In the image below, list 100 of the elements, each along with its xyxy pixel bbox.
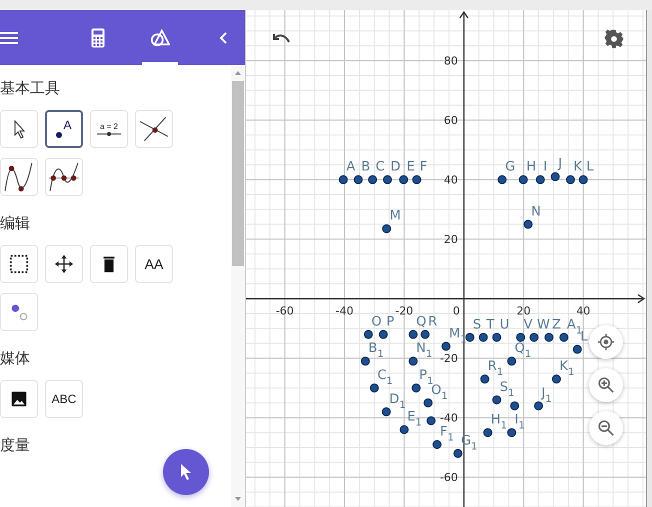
point[interactable] [382, 224, 392, 234]
point[interactable] [530, 332, 539, 342]
move-graphics-button[interactable] [163, 449, 209, 495]
point-label: M [390, 208, 401, 224]
point-label: J [558, 156, 562, 172]
point[interactable] [354, 175, 363, 184]
image-tool-button[interactable] [0, 380, 38, 418]
point-label: F [420, 160, 428, 175]
point[interactable] [510, 401, 520, 410]
point-label: S [472, 317, 482, 332]
point[interactable] [536, 175, 545, 184]
font-tool-button[interactable]: AA [135, 245, 173, 283]
point[interactable] [378, 330, 388, 339]
point[interactable] [426, 416, 436, 426]
point[interactable] [507, 356, 516, 366]
point-label: N$_{1}$ [416, 341, 432, 360]
point-label: G [505, 160, 516, 175]
section-title: 度量 [0, 436, 31, 455]
point[interactable] [552, 374, 561, 384]
y-tick-label: -40 [440, 412, 458, 425]
y-tick-label: 80 [444, 54, 458, 68]
graphics-view[interactable] [246, 10, 646, 507]
zoom-in-button[interactable] [589, 368, 623, 402]
point[interactable] [578, 175, 588, 184]
geometry-icon [150, 28, 170, 48]
dots-icon [9, 302, 29, 322]
undo-icon[interactable] [271, 32, 291, 44]
point[interactable] [483, 428, 492, 438]
point[interactable] [480, 374, 490, 384]
point[interactable] [382, 407, 391, 416]
translate-tool-button[interactable] [45, 245, 83, 283]
point[interactable] [412, 383, 421, 392]
recenter-button[interactable] [589, 325, 623, 359]
intersect-tool-button[interactable] [135, 110, 173, 148]
roots-tool-button[interactable] [45, 158, 83, 196]
point[interactable] [524, 220, 533, 229]
point[interactable] [364, 330, 373, 339]
point[interactable] [408, 330, 418, 339]
extremum-tool-button[interactable] [0, 158, 38, 196]
point[interactable] [383, 175, 392, 184]
point[interactable] [572, 344, 582, 354]
point-label: A [346, 160, 356, 175]
point[interactable] [465, 332, 474, 342]
point-label: N [531, 204, 541, 220]
x-tick-label: -40 [336, 304, 354, 318]
point[interactable] [420, 330, 430, 339]
point[interactable] [400, 425, 409, 434]
point[interactable] [408, 356, 418, 366]
point[interactable] [498, 175, 507, 184]
collapse-icon[interactable] [219, 32, 227, 44]
image-icon [9, 389, 29, 409]
point[interactable] [492, 332, 502, 342]
point-label: K$_{1}$ [559, 359, 574, 378]
point[interactable] [432, 440, 442, 449]
point[interactable] [507, 428, 516, 438]
text-tool-button[interactable]: ABC [45, 380, 83, 418]
point[interactable] [559, 332, 568, 342]
point[interactable] [478, 332, 488, 342]
point-label: Z [552, 317, 561, 332]
point[interactable] [492, 395, 502, 404]
point-label: F$_{1}$ [440, 424, 454, 444]
cursor-icon [179, 463, 193, 481]
point-label: R [428, 314, 438, 330]
y-tick-label: 60 [444, 114, 458, 128]
point-tool-button[interactable]: A [45, 110, 83, 148]
select-tool-button[interactable] [0, 245, 38, 283]
point-label: C [376, 160, 385, 175]
delete-tool-button[interactable] [90, 245, 128, 283]
point[interactable] [516, 332, 526, 342]
point[interactable] [399, 175, 408, 184]
y-tick-label: 40 [444, 174, 458, 187]
point[interactable] [544, 332, 554, 342]
zoom-out-button[interactable] [589, 411, 623, 445]
point[interactable] [566, 175, 575, 184]
point[interactable] [424, 398, 433, 408]
point[interactable] [412, 175, 422, 184]
point[interactable] [518, 175, 528, 184]
point-label: P [386, 314, 394, 330]
x-tick-label: 20 [516, 304, 531, 318]
point[interactable] [453, 448, 462, 458]
point[interactable] [442, 342, 450, 351]
x-tick-label: -60 [276, 304, 294, 318]
y-tick-label: -20 [440, 352, 458, 366]
point[interactable] [368, 175, 378, 184]
point[interactable] [534, 401, 544, 410]
menu-icon[interactable] [0, 30, 18, 44]
point[interactable] [550, 172, 560, 182]
point-label: I [543, 160, 548, 175]
section-title: 基本工具 [0, 79, 61, 98]
point-label: B$_{1}$ [368, 341, 384, 360]
scrollbar[interactable] [231, 65, 245, 507]
point-label: D$_{1}$ [389, 392, 406, 411]
settings-icon[interactable] [604, 29, 624, 49]
point[interactable] [360, 356, 370, 366]
origin-label: 0 [452, 304, 460, 318]
style-tool-button[interactable] [0, 293, 38, 331]
point[interactable] [338, 175, 348, 184]
slider-tool-button[interactable]: a = 2 [90, 110, 128, 148]
move-tool-button[interactable] [0, 110, 38, 148]
point[interactable] [370, 383, 379, 392]
